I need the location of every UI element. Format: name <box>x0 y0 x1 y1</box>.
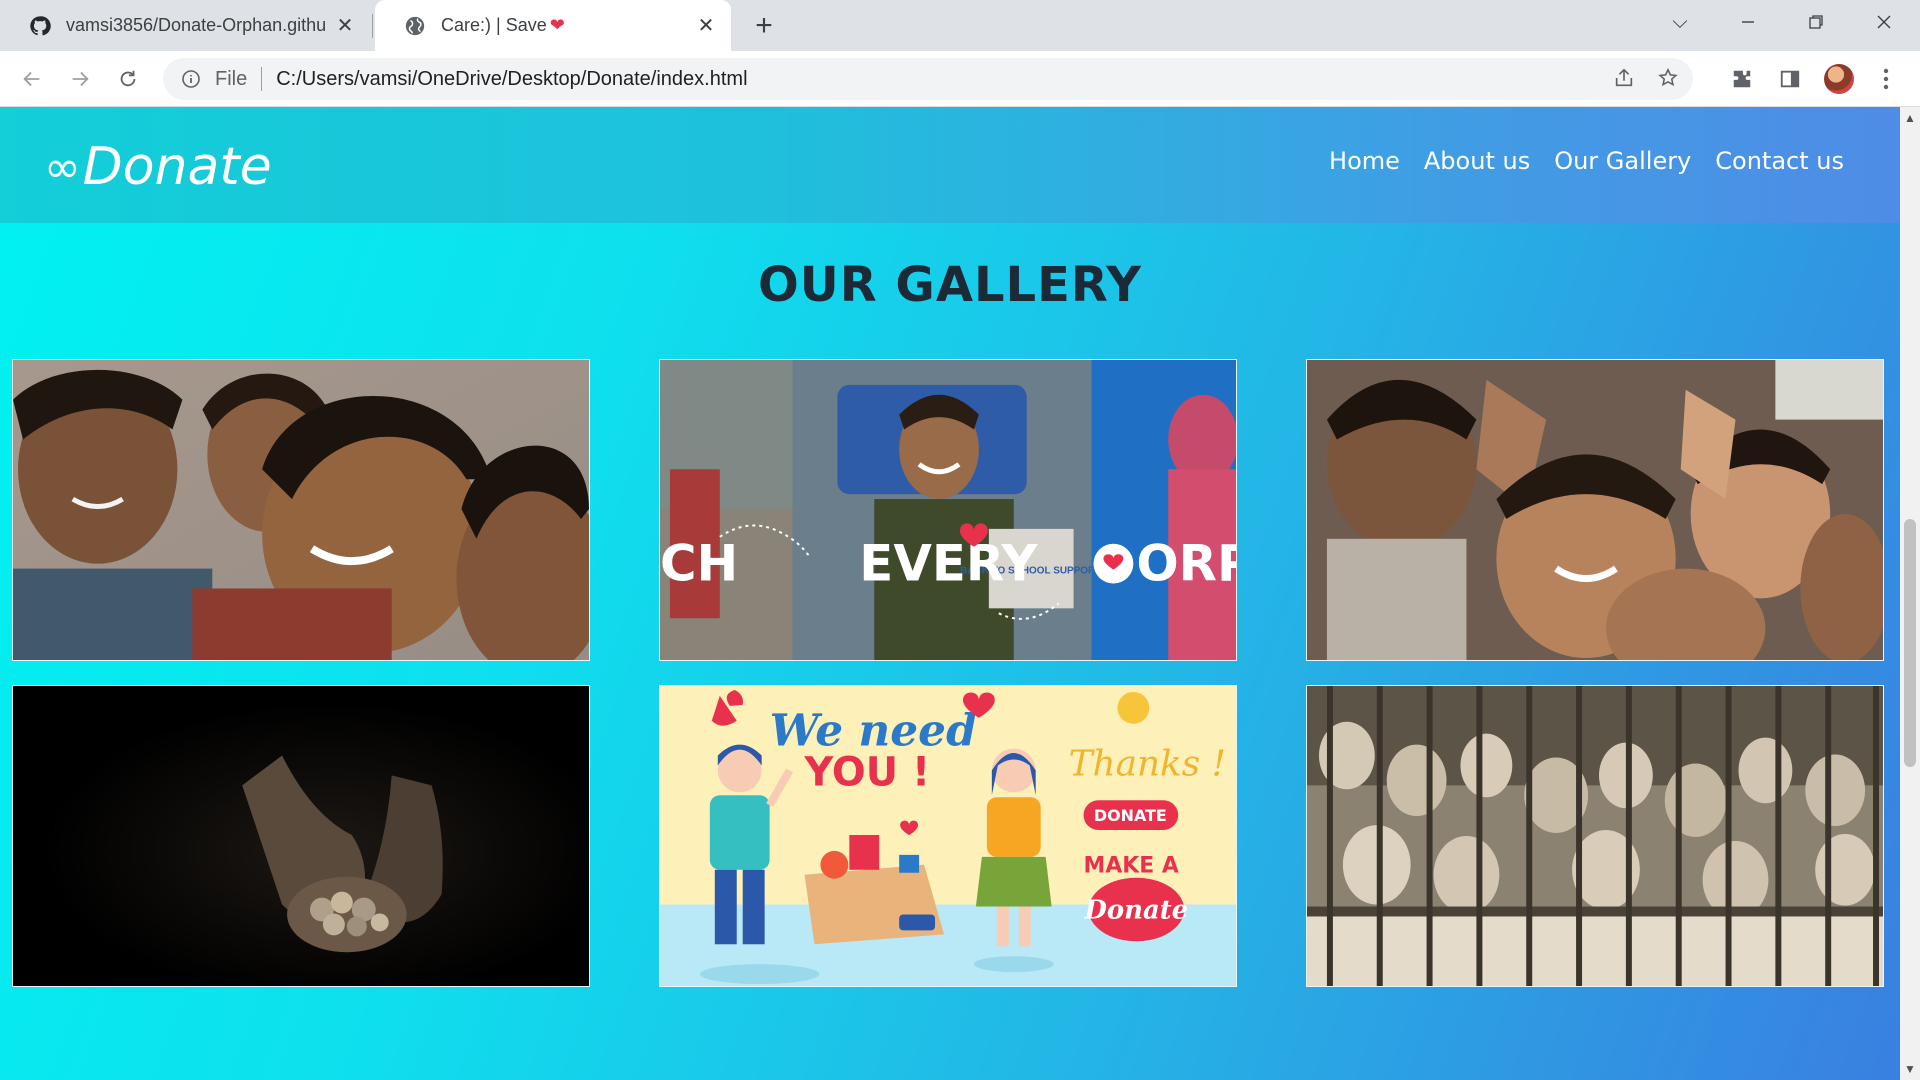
make-a-text: MAKE A <box>1084 854 1179 879</box>
bookmark-star-icon[interactable] <box>1657 67 1679 94</box>
slide-text-every: EVERY <box>859 535 1038 593</box>
gallery-image-smiling-children <box>12 359 590 661</box>
heart-icon: ❤ <box>549 15 565 35</box>
gallery-image-back-to-school: BACK TO SCHOOL SUPPORT CH EVERY ORP <box>659 359 1237 661</box>
scrollbar-thumb[interactable] <box>1904 519 1916 767</box>
gallery-image-hands-coins <box>12 685 590 987</box>
minimize-icon[interactable] <box>1718 0 1778 44</box>
tab-separator <box>372 14 373 38</box>
tab-github[interactable]: vamsi3856/Donate-Orphan.githu ✕ <box>0 0 370 51</box>
more-menu-icon[interactable] <box>1872 65 1900 93</box>
close-tab-icon[interactable]: ✕ <box>334 15 356 37</box>
new-tab-button[interactable]: + <box>748 9 780 42</box>
scheme-label: File <box>215 67 248 90</box>
nav-about-us[interactable]: About us <box>1424 147 1530 175</box>
close-tab-icon[interactable]: ✕ <box>695 15 717 37</box>
page-scrollbar[interactable]: ▲ ▼ <box>1900 107 1920 1080</box>
gallery-image-children-waving <box>1306 359 1884 661</box>
nav-home[interactable]: Home <box>1329 147 1400 175</box>
sun-icon <box>1117 691 1150 724</box>
nav-contact-us[interactable]: Contact us <box>1715 147 1844 175</box>
logo-text: Donate <box>82 137 272 197</box>
donate-script: Donate <box>1083 895 1188 925</box>
close-window-icon[interactable] <box>1854 0 1914 44</box>
info-icon[interactable] <box>179 67 203 91</box>
page-viewport: ∞ Donate Home About us Our Gallery Conta… <box>0 107 1920 1080</box>
slide-text-left: CH <box>660 535 738 593</box>
gallery-image-children-fence <box>1306 685 1884 987</box>
tab-title: Care:) | Save ❤ <box>441 15 565 35</box>
thanks-text: Thanks ! <box>1069 743 1226 784</box>
url-text[interactable]: C:/Users/vamsi/OneDrive/Desktop/Donate/i… <box>276 68 747 91</box>
share-icon[interactable] <box>1613 67 1635 94</box>
tab-donate[interactable]: Care:) | Save ❤ ✕ <box>375 0 731 51</box>
extensions-puzzle-icon[interactable] <box>1728 65 1756 93</box>
headline-you: YOU ! <box>803 749 930 795</box>
forward-arrow-icon[interactable] <box>62 61 98 97</box>
profile-avatar[interactable] <box>1824 64 1854 94</box>
reload-icon[interactable] <box>110 61 146 97</box>
site-logo[interactable]: ∞ Donate <box>44 137 272 197</box>
nav-our-gallery[interactable]: Our Gallery <box>1554 147 1691 175</box>
main-nav: Home About us Our Gallery Contact us <box>1329 147 1844 175</box>
gallery-title: OUR GALLERY <box>757 257 1143 313</box>
gallery-image-we-need-you: We need YOU ! Thanks ! DONATE MAKE A Don… <box>659 685 1237 987</box>
scroll-down-arrow-icon[interactable]: ▼ <box>1903 1062 1917 1076</box>
address-bar[interactable]: File C:/Users/vamsi/OneDrive/Desktop/Don… <box>163 58 1693 100</box>
github-icon <box>28 14 52 38</box>
tab-strip: vamsi3856/Donate-Orphan.githu ✕ Care:) |… <box>0 0 1920 51</box>
infinity-icon: ∞ <box>44 141 81 193</box>
donate-badge: DONATE <box>1094 806 1167 825</box>
tab-search-chevron-icon[interactable]: ⌵ <box>1650 0 1710 44</box>
tab-title: vamsi3856/Donate-Orphan.githu <box>66 15 326 35</box>
browser-toolbar: File C:/Users/vamsi/OneDrive/Desktop/Don… <box>0 51 1920 107</box>
site-navbar: ∞ Donate Home About us Our Gallery Conta… <box>0 107 1900 223</box>
globe-icon <box>403 14 427 38</box>
scroll-up-arrow-icon[interactable]: ▲ <box>1903 111 1917 125</box>
back-arrow-icon[interactable] <box>14 61 50 97</box>
side-panel-icon[interactable] <box>1776 65 1804 93</box>
slide-text-right: ORP <box>1136 535 1236 593</box>
divider <box>261 67 263 91</box>
restore-icon[interactable] <box>1786 0 1846 44</box>
toy-car-icon <box>899 914 936 931</box>
